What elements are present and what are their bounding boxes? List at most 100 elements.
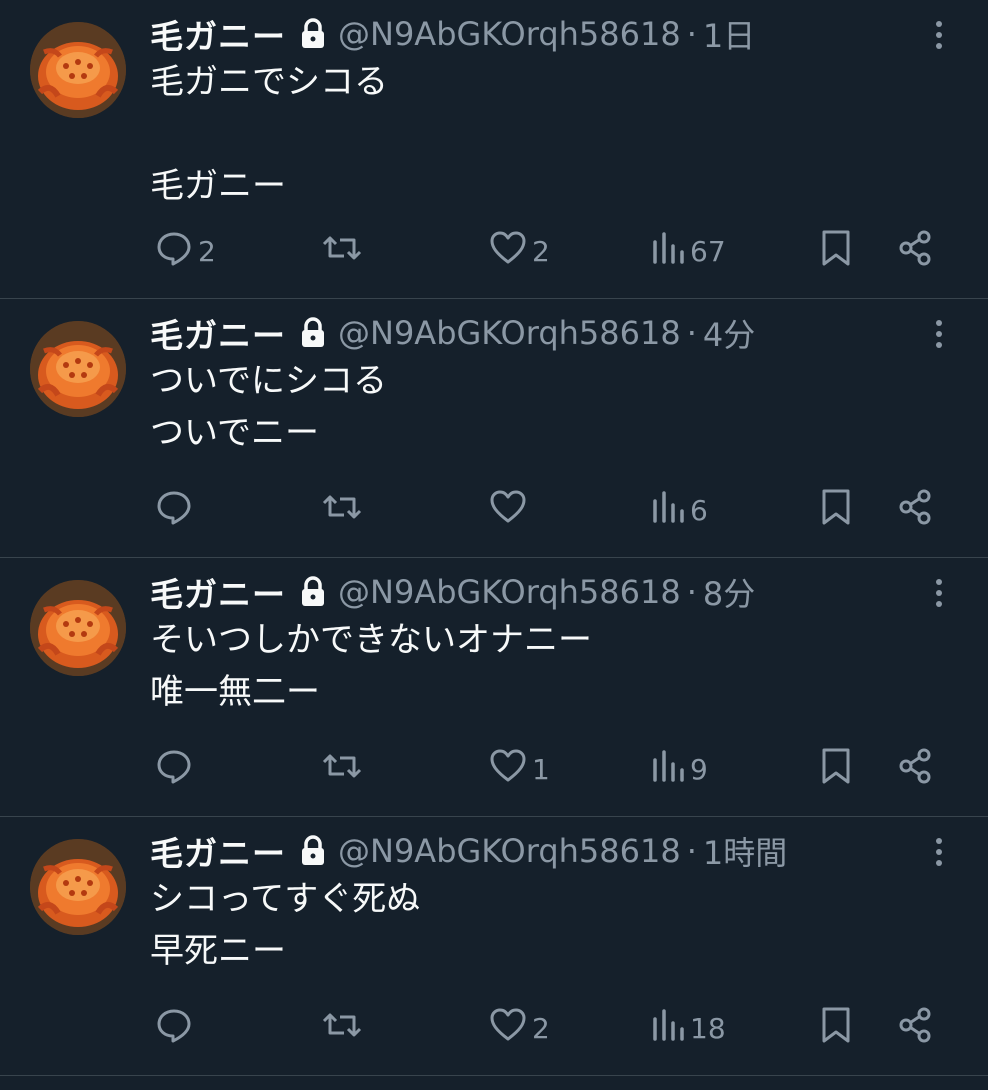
lock-icon xyxy=(300,835,326,867)
more-options-icon[interactable] xyxy=(926,18,952,52)
bookmark-button[interactable] xyxy=(816,226,856,276)
separator-dot: · xyxy=(686,15,697,53)
share-button[interactable] xyxy=(896,485,936,535)
views-button[interactable]: 67 xyxy=(650,226,726,276)
analytics-icon xyxy=(650,487,686,534)
retweet-button[interactable] xyxy=(320,485,368,535)
tweet[interactable]: 毛ガニー @N9AbGKOrqh58618 · 4分 ついでにシコる ついでニー xyxy=(0,299,988,558)
tweet-text: シコってすぐ死ぬ 早死ニー xyxy=(150,879,421,971)
user-handle[interactable]: @N9AbGKOrqh58618 xyxy=(338,573,681,611)
lock-icon xyxy=(300,317,326,349)
display-name[interactable]: 毛ガニー xyxy=(150,568,286,616)
action-bar: 2 2 67 xyxy=(150,226,948,276)
analytics-icon xyxy=(650,1005,686,1052)
like-button[interactable]: 1 xyxy=(488,744,550,794)
reply-icon xyxy=(154,487,194,534)
timestamp[interactable]: 1時間 xyxy=(703,828,787,874)
user-handle[interactable]: @N9AbGKOrqh58618 xyxy=(338,832,681,870)
share-button[interactable] xyxy=(896,226,936,276)
tweet[interactable]: 毛ガニー @N9AbGKOrqh58618 · 1日 毛ガニでシコる 毛ガニー … xyxy=(0,0,988,299)
action-bar: 2 18 xyxy=(150,1003,948,1053)
retweet-icon xyxy=(320,746,364,793)
like-count: 1 xyxy=(532,752,550,786)
separator-dot: · xyxy=(686,314,697,352)
view-count: 18 xyxy=(690,1011,726,1045)
bookmark-icon xyxy=(816,1005,856,1052)
bookmark-icon xyxy=(816,228,856,275)
display-name[interactable]: 毛ガニー xyxy=(150,827,286,875)
separator-dot: · xyxy=(686,573,697,611)
view-count: 6 xyxy=(690,493,708,527)
share-icon xyxy=(896,746,936,793)
tweet-text: 毛ガニでシコる 毛ガニー xyxy=(150,62,388,206)
reply-icon xyxy=(154,746,194,793)
tweet-text: そいつしかできないオナニー 唯一無二ー xyxy=(150,620,592,712)
avatar[interactable] xyxy=(30,22,126,118)
bookmark-icon xyxy=(816,487,856,534)
retweet-button[interactable] xyxy=(320,1003,368,1053)
tweet-header: 毛ガニー @N9AbGKOrqh58618 · 4分 xyxy=(150,309,755,357)
tweet[interactable]: 毛ガニー @N9AbGKOrqh58618 · 1時間 シコってすぐ死ぬ 早死ニ… xyxy=(0,817,988,1076)
display-name[interactable]: 毛ガニー xyxy=(150,10,286,58)
like-count: 2 xyxy=(532,1011,550,1045)
lock-icon xyxy=(300,18,326,50)
share-button[interactable] xyxy=(896,744,936,794)
separator-dot: · xyxy=(686,832,697,870)
views-button[interactable]: 18 xyxy=(650,1003,726,1053)
bookmark-button[interactable] xyxy=(816,1003,856,1053)
user-handle[interactable]: @N9AbGKOrqh58618 xyxy=(338,314,681,352)
like-button[interactable]: 2 xyxy=(488,226,550,276)
tweet[interactable]: 毛ガニー @N9AbGKOrqh58618 · 8分 そいつしかできないオナニー… xyxy=(0,558,988,817)
tweet-header: 毛ガニー @N9AbGKOrqh58618 · 1時間 xyxy=(150,827,787,875)
reply-button[interactable] xyxy=(154,1003,198,1053)
like-count: 2 xyxy=(532,234,550,268)
more-options-icon[interactable] xyxy=(926,576,952,610)
heart-icon xyxy=(488,746,528,793)
like-button[interactable]: 2 xyxy=(488,1003,550,1053)
reply-icon xyxy=(154,1005,194,1052)
retweet-icon xyxy=(320,1005,364,1052)
bookmark-button[interactable] xyxy=(816,744,856,794)
avatar[interactable] xyxy=(30,321,126,417)
timestamp[interactable]: 4分 xyxy=(703,310,755,356)
analytics-icon xyxy=(650,746,686,793)
reply-button[interactable] xyxy=(154,485,198,535)
more-options-icon[interactable] xyxy=(926,835,952,869)
analytics-icon xyxy=(650,228,686,275)
view-count: 9 xyxy=(690,752,708,786)
retweet-button[interactable] xyxy=(320,226,368,276)
views-button[interactable]: 6 xyxy=(650,485,708,535)
tweet-header: 毛ガニー @N9AbGKOrqh58618 · 8分 xyxy=(150,568,755,616)
action-bar: 1 9 xyxy=(150,744,948,794)
reply-button[interactable] xyxy=(154,744,198,794)
heart-icon xyxy=(488,1005,528,1052)
user-handle[interactable]: @N9AbGKOrqh58618 xyxy=(338,15,681,53)
tweet-text: ついでにシコる ついでニー xyxy=(150,361,387,453)
reply-count: 2 xyxy=(198,234,216,268)
heart-icon xyxy=(488,487,528,534)
share-icon xyxy=(896,228,936,275)
lock-icon xyxy=(300,576,326,608)
like-button[interactable] xyxy=(488,485,532,535)
share-icon xyxy=(896,1005,936,1052)
retweet-icon xyxy=(320,228,364,275)
share-button[interactable] xyxy=(896,1003,936,1053)
retweet-button[interactable] xyxy=(320,744,368,794)
retweet-icon xyxy=(320,487,364,534)
timeline-feed: 毛ガニー @N9AbGKOrqh58618 · 1日 毛ガニでシコる 毛ガニー … xyxy=(0,0,988,1076)
share-icon xyxy=(896,487,936,534)
tweet-header: 毛ガニー @N9AbGKOrqh58618 · 1日 xyxy=(150,10,755,58)
more-options-icon[interactable] xyxy=(926,317,952,351)
timestamp[interactable]: 8分 xyxy=(703,569,755,615)
reply-button[interactable]: 2 xyxy=(154,226,216,276)
action-bar: 6 xyxy=(150,485,948,535)
views-button[interactable]: 9 xyxy=(650,744,708,794)
timestamp[interactable]: 1日 xyxy=(703,11,755,57)
reply-icon xyxy=(154,228,194,275)
bookmark-icon xyxy=(816,746,856,793)
heart-icon xyxy=(488,228,528,275)
display-name[interactable]: 毛ガニー xyxy=(150,309,286,357)
avatar[interactable] xyxy=(30,839,126,935)
avatar[interactable] xyxy=(30,580,126,676)
bookmark-button[interactable] xyxy=(816,485,856,535)
